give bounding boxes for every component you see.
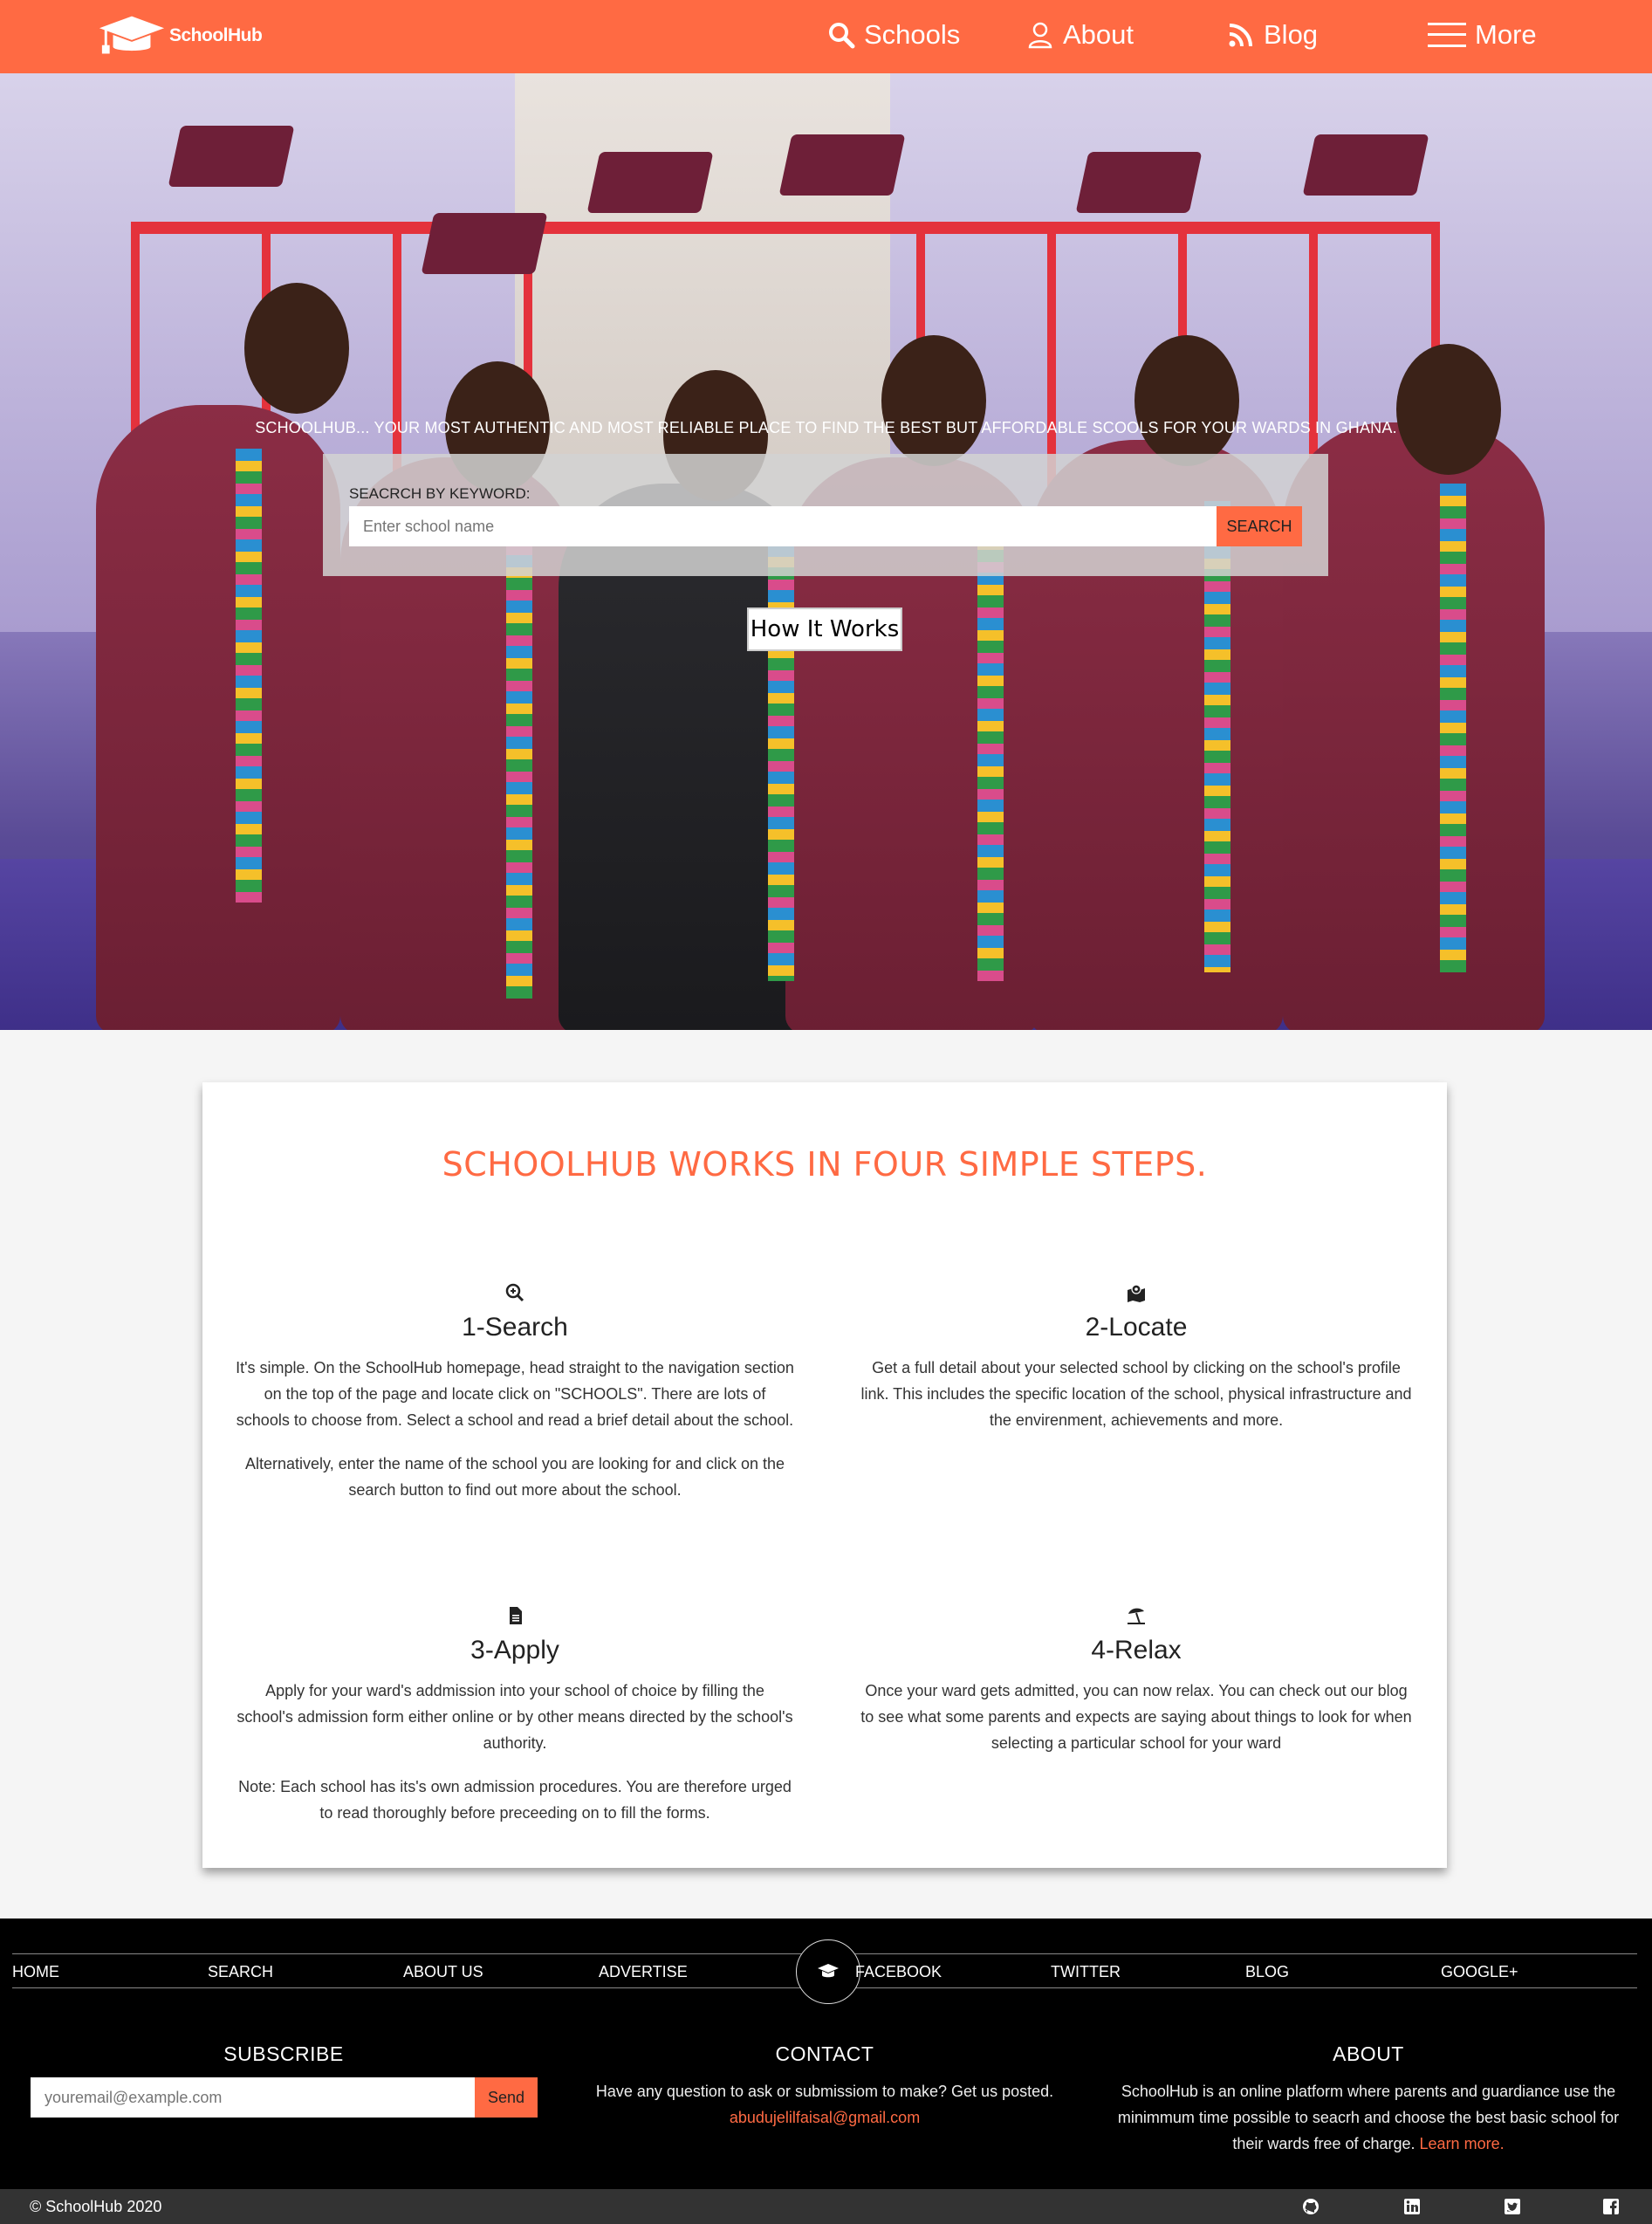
step-text: Apply for your ward's addmission into yo… [236, 1682, 793, 1752]
footer-link-facebook[interactable]: FACEBOOK [855, 1963, 942, 1981]
step-text: It's simple. On the SchoolHub homepage, … [236, 1359, 794, 1429]
linkedin-icon[interactable] [1403, 2198, 1421, 2215]
search-button[interactable]: SEARCH [1217, 506, 1302, 546]
step-text: Get a full detail about your selected sc… [860, 1359, 1412, 1429]
how-it-works-button[interactable]: How It Works [747, 607, 902, 651]
footer-link-twitter[interactable]: TWITTER [1051, 1963, 1121, 1981]
nav-schools-label: Schools [864, 19, 961, 50]
nav-schools[interactable]: Schools [827, 19, 960, 51]
github-icon[interactable] [1302, 2198, 1320, 2215]
hero-tagline: SCHOOLHUB... YOUR MOST AUTHENTIC AND MOS… [255, 419, 1397, 436]
step-relax: 4-Relax Once your ward gets admitted, yo… [857, 1606, 1416, 1774]
contact-text: Have any question to ask or submissiom t… [595, 2083, 1054, 2100]
nav-blog-label: Blog [1264, 19, 1319, 50]
about-title: ABOUT [1333, 2042, 1404, 2065]
brand-name: SchoolHub [169, 25, 263, 45]
step-title: 3-Apply [470, 1636, 559, 1665]
hamburger-menu-icon [1428, 23, 1466, 47]
step-text: Once your ward gets admitted, you can no… [860, 1682, 1412, 1752]
facebook-icon[interactable] [1602, 2198, 1620, 2215]
keyword-search-panel: SEACRCH BY KEYWORD: SEARCH [323, 454, 1328, 576]
top-navbar: SchoolHub Schools About Blog More [0, 0, 1652, 73]
search-plus-icon [505, 1283, 524, 1302]
umbrella-beach-icon [1128, 1608, 1145, 1624]
step-text: Alternatively, enter the name of the sch… [244, 1455, 785, 1499]
footer-link-search[interactable]: SEARCH [208, 1963, 273, 1981]
user-icon [1028, 22, 1052, 49]
footer-link-about-us[interactable]: ABOUT US [403, 1963, 483, 1981]
contact-email-link[interactable]: abudujelilfaisal@gmail.com [730, 2109, 920, 2126]
graduation-cap-icon [99, 16, 165, 54]
footer-link-blog[interactable]: BLOG [1245, 1963, 1289, 1981]
search-icon [829, 23, 855, 49]
about-text: SchoolHub is an online platform where pa… [1117, 2083, 1620, 2152]
footer-link-home[interactable]: HOME [12, 1963, 59, 1981]
step-title: 2-Locate [1085, 1313, 1188, 1342]
nav-about-label: About [1063, 19, 1134, 50]
step-search: 1-Search It's simple. On the SchoolHub h… [236, 1283, 794, 1520]
learn-more-link[interactable]: Learn more. [1420, 2135, 1505, 2152]
school-search-input[interactable] [349, 506, 1222, 546]
brand-logo-link[interactable]: SchoolHub [98, 12, 263, 59]
subscribe-title: SUBSCRIBE [223, 2042, 344, 2065]
hero-section: SCHOOLHUB... YOUR MOST AUTHENTIC AND MOS… [0, 73, 1652, 1030]
rss-icon [1229, 24, 1252, 47]
step-text: Note: Each school has its's own admissio… [238, 1778, 792, 1822]
nav-more-label: More [1475, 19, 1537, 50]
copyright: © SchoolHub 2020 [30, 2198, 161, 2216]
step-apply: 3-Apply Apply for your ward's addmission… [236, 1606, 794, 1843]
graduation-cap-icon [818, 1964, 839, 1978]
twitter-icon[interactable] [1504, 2198, 1521, 2215]
subscribe-column: SUBSCRIBE [31, 2042, 537, 2078]
map-marked-icon [1128, 1284, 1145, 1302]
bottom-bar: © SchoolHub 2020 [0, 2189, 1652, 2224]
footer-link-google-plus[interactable]: GOOGLE+ [1441, 1963, 1518, 1981]
subscribe-email-input[interactable] [31, 2077, 476, 2118]
steps-card: SCHOOLHUB WORKS IN FOUR SIMPLE STEPS. 1-… [202, 1082, 1447, 1868]
nav-blog[interactable]: Blog [1227, 19, 1318, 51]
step-title: 1-Search [462, 1313, 568, 1342]
footer-nav: HOME SEARCH ABOUT US ADVERTISE FACEBOOK … [12, 1939, 1637, 2004]
step-locate: 2-Locate Get a full detail about your se… [857, 1283, 1416, 1451]
footer-link-advertise[interactable]: ADVERTISE [599, 1963, 688, 1981]
footer-logo-badge [796, 1939, 860, 2004]
subscribe-send-button[interactable]: Send [475, 2077, 538, 2118]
steps-title: SCHOOLHUB WORKS IN FOUR SIMPLE STEPS. [442, 1145, 1208, 1184]
contact-title: CONTACT [775, 2042, 874, 2065]
copyright-text: © SchoolHub 2020 [30, 2198, 162, 2215]
site-footer: HOME SEARCH ABOUT US ADVERTISE FACEBOOK … [0, 1919, 1652, 2189]
about-column: ABOUT SchoolHub is an online platform wh… [1115, 2042, 1621, 2157]
step-title: 4-Relax [1091, 1636, 1182, 1665]
search-label: SEACRCH BY KEYWORD: [349, 485, 531, 502]
contact-column: CONTACT Have any question to ask or subm… [567, 2042, 1082, 2131]
nav-about[interactable]: About [1026, 19, 1134, 51]
nav-more[interactable]: More [1428, 19, 1537, 51]
file-icon [510, 1607, 522, 1624]
